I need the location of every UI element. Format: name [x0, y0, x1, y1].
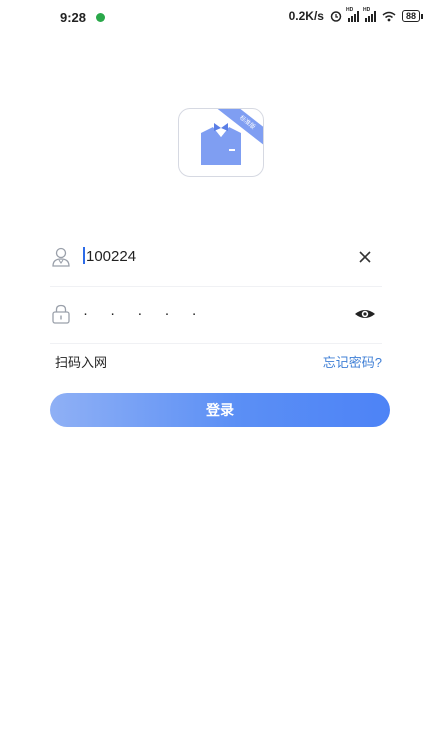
app-logo: 标准版: [178, 108, 264, 177]
links-row: 扫码入网 忘记密码?: [55, 352, 382, 372]
username-value: 100224: [86, 248, 137, 265]
text-cursor: [83, 247, 85, 264]
username-row: 100224: [50, 230, 382, 287]
scan-join-link[interactable]: 扫码入网: [55, 352, 107, 371]
wifi-icon: [382, 11, 396, 21]
battery-icon: 88: [401, 10, 424, 22]
status-right: 0.2K/s HD HD 88: [288, 7, 424, 23]
app-notification-icon: [96, 13, 105, 22]
alarm-icon: [330, 11, 342, 22]
password-input[interactable]: · · · · ·: [83, 303, 206, 325]
login-button[interactable]: 登录: [50, 393, 390, 427]
eye-icon[interactable]: [354, 303, 376, 325]
forgot-password-link[interactable]: 忘记密码?: [323, 352, 382, 371]
lock-icon: [52, 304, 70, 324]
network-speed: 0.2K/s: [288, 9, 324, 23]
status-time: 9:28: [60, 10, 87, 25]
status-bar: 9:28 0.2K/s HD HD 88: [0, 0, 442, 34]
close-icon[interactable]: [354, 246, 376, 268]
username-input[interactable]: 100224: [83, 246, 136, 268]
sim2-label: HD: [362, 6, 371, 13]
user-icon: [52, 247, 70, 267]
sim1-label: HD: [345, 6, 354, 13]
signal-icon: HD: [363, 7, 376, 22]
signal-icon: HD: [346, 7, 359, 22]
password-row: · · · · ·: [50, 287, 382, 344]
